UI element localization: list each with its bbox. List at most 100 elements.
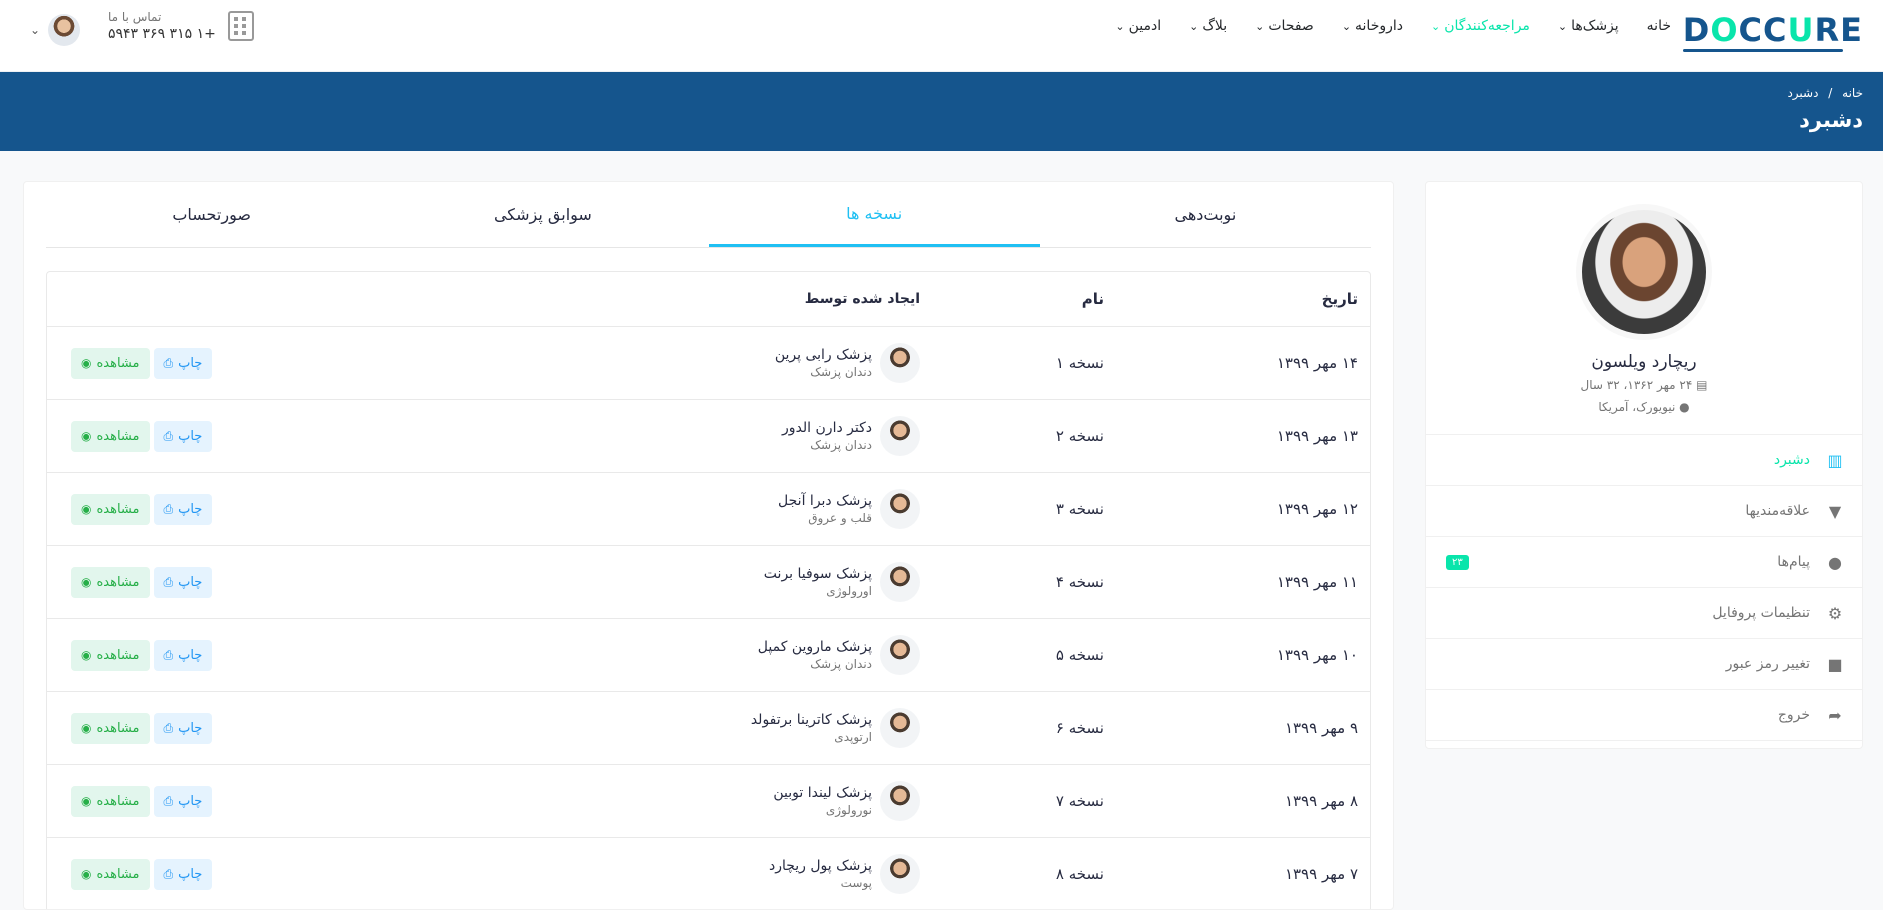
table-header: تاریخ نام ایجاد شده توسط xyxy=(47,272,1370,327)
nav-item-5[interactable]: بلاگ ⌄ xyxy=(1189,18,1227,34)
doccure-logo[interactable]: DOCCURE xyxy=(1682,8,1863,52)
print-button[interactable]: ⎙ چاپ xyxy=(153,566,213,598)
view-button[interactable]: ◉ مشاهده xyxy=(71,712,150,744)
chevron-down-icon: ⌄ xyxy=(1115,19,1125,33)
column-name[interactable]: نام xyxy=(932,290,1116,308)
print-button[interactable]: ⎙ چاپ xyxy=(153,420,213,452)
doctor-avatar[interactable] xyxy=(880,635,920,675)
doctor-avatar[interactable] xyxy=(880,854,920,894)
nav-item-0[interactable]: خانه xyxy=(1647,18,1671,34)
eye-icon: ◉ xyxy=(81,867,92,881)
table-row: ۱۳ مهر ۱۳۹۹ نسخه ۲ دکتر دارن الدور دندان پز… xyxy=(47,400,1370,473)
profile-name: ریچارد ویلسون xyxy=(1591,352,1697,372)
nav-item-4[interactable]: صفحات ⌄ xyxy=(1255,18,1314,34)
doctor-avatar[interactable] xyxy=(880,489,920,529)
doctor-name[interactable]: پزشک پول ریچارد xyxy=(769,858,872,874)
doctor-name[interactable]: پزشک دبرا آنجل xyxy=(778,493,872,509)
sign-out-icon: ➦ xyxy=(1828,705,1842,725)
view-button-label: مشاهده xyxy=(96,866,140,882)
doctor-name[interactable]: پزشک کاترینا برتفولد xyxy=(751,712,872,728)
top-header: DOCCURE خانه پزشک‌ها ⌄ مراجعه‌کنندگان ⌄ داروخ… xyxy=(0,0,1883,72)
doctor-avatar[interactable] xyxy=(880,781,920,821)
view-button-label: مشاهده xyxy=(96,355,140,371)
doctor-avatar[interactable] xyxy=(880,562,920,602)
profile-menu-item-3[interactable]: ⚙ تنظیمات پروفایل xyxy=(1426,588,1862,639)
print-icon: ⎙ xyxy=(163,793,174,808)
view-button[interactable]: ◉ مشاهده xyxy=(71,420,150,452)
doctor-specialty: دندان پزشک xyxy=(810,438,872,452)
doctor-avatar[interactable] xyxy=(880,416,920,456)
main-nav: خانه پزشک‌ها ⌄ مراجعه‌کنندگان ⌄ داروخانه ⌄ صفحا… xyxy=(1115,18,1671,34)
view-button-label: مشاهده xyxy=(96,647,140,663)
view-button[interactable]: ◉ مشاهده xyxy=(71,347,150,379)
print-button-label: چاپ xyxy=(178,720,203,736)
cell-actions: ◉ مشاهده ⎙ چاپ xyxy=(47,858,347,890)
cell-actions: ◉ مشاهده ⎙ چاپ xyxy=(47,639,347,671)
print-icon: ⎙ xyxy=(163,574,174,589)
nav-item-1[interactable]: پزشک‌ها ⌄ xyxy=(1558,18,1619,34)
nav-item-2[interactable]: مراجعه‌کنندگان ⌄ xyxy=(1431,18,1530,34)
doctor-name[interactable]: دکتر دارن الدور xyxy=(782,420,872,436)
print-button[interactable]: ⎙ چاپ xyxy=(153,347,213,379)
print-button[interactable]: ⎙ چاپ xyxy=(153,639,213,671)
page-title: دشبرد xyxy=(1799,108,1863,132)
view-button[interactable]: ◉ مشاهده xyxy=(71,493,150,525)
profile-location-text: نیویورک، آمریکا xyxy=(1598,400,1676,414)
tab-2[interactable]: سوابق پزشکی xyxy=(377,182,708,247)
tab-1[interactable]: نسخه ها xyxy=(708,182,1040,247)
cell-name: نسخه ۷ xyxy=(1055,792,1104,810)
profile-menu-item-0[interactable]: ▥ دشبرد xyxy=(1426,435,1862,486)
profile-menu-item-1[interactable]: ▼ علاقه‌مندیها xyxy=(1426,486,1862,537)
view-button-label: مشاهده xyxy=(96,793,140,809)
nav-item-label: ادمین xyxy=(1128,18,1162,34)
table-row: ۷ مهر ۱۳۹۹ نسخه ۸ پزشک پول ریچارد پوست ◉ مشاه… xyxy=(47,838,1370,909)
doctor-avatar[interactable] xyxy=(880,343,920,383)
print-icon: ⎙ xyxy=(163,501,174,516)
print-button-label: چاپ xyxy=(178,647,203,663)
hospital-icon xyxy=(227,11,254,41)
user-avatar[interactable] xyxy=(48,14,81,46)
print-button[interactable]: ⎙ چاپ xyxy=(153,712,213,744)
tab-0[interactable]: نوبت‌دهی xyxy=(1040,182,1371,247)
print-button[interactable]: ⎙ چاپ xyxy=(153,785,213,817)
print-button-label: چاپ xyxy=(178,501,203,517)
profile-menu-item-4[interactable]: ■ تغییر رمز عبور xyxy=(1426,639,1862,690)
nav-item-label: مراجعه‌کنندگان xyxy=(1444,18,1530,34)
nav-item-6[interactable]: ادمین ⌄ xyxy=(1115,18,1161,34)
chevron-down-icon: ⌄ xyxy=(1431,19,1441,33)
doctor-name[interactable]: پزشک ماروین کمپل xyxy=(758,639,872,655)
print-button[interactable]: ⎙ چاپ xyxy=(153,858,213,890)
cell-date: ۱۲ مهر ۱۳۹۹ xyxy=(1276,500,1358,518)
profile-menu-item-5[interactable]: ➦ خروج xyxy=(1426,690,1862,741)
cell-doctor: پزشک ماروین کمپل دندان پزشک xyxy=(347,635,932,675)
table-row: ۱۴ مهر ۱۳۹۹ نسخه ۱ پزشک رابی پرین دندان پزش… xyxy=(47,327,1370,400)
doctor-name[interactable]: پزشک رابی پرین xyxy=(775,347,872,363)
view-button[interactable]: ◉ مشاهده xyxy=(71,858,150,890)
column-date[interactable]: تاریخ xyxy=(1116,290,1370,308)
doctor-specialty: پوست xyxy=(840,876,872,890)
nav-item-3[interactable]: داروخانه ⌄ xyxy=(1342,18,1403,34)
view-button[interactable]: ◉ مشاهده xyxy=(71,566,150,598)
doctor-name[interactable]: پزشک سوفیا برنت xyxy=(764,566,872,582)
print-button-label: چاپ xyxy=(178,574,203,590)
print-icon: ⎙ xyxy=(163,355,174,370)
print-button-label: چاپ xyxy=(178,793,203,809)
print-button[interactable]: ⎙ چاپ xyxy=(153,493,213,525)
contact-info: تماس با ما +۱ ۳۱۵ ۳۶۹ ۵۹۴۳ xyxy=(108,10,254,42)
table-body: ۱۴ مهر ۱۳۹۹ نسخه ۱ پزشک رابی پرین دندان پزش… xyxy=(47,327,1370,909)
profile-location: ● نیویورک، آمریکا xyxy=(1426,400,1862,414)
print-button-label: چاپ xyxy=(178,866,203,882)
profile-menu-item-2[interactable]: ● پیام‌ها ۲۳ xyxy=(1426,537,1862,588)
contact-phone: +۱ ۳۱۵ ۳۶۹ ۵۹۴۳ xyxy=(108,26,216,42)
cell-name: نسخه ۴ xyxy=(1055,573,1104,591)
view-button[interactable]: ◉ مشاهده xyxy=(71,639,150,671)
user-menu[interactable]: ⌄ xyxy=(30,14,81,46)
view-button[interactable]: ◉ مشاهده xyxy=(71,785,150,817)
doctor-name[interactable]: پزشک لیندا توبین xyxy=(773,785,872,801)
column-created-by[interactable]: ایجاد شده توسط xyxy=(347,291,932,307)
tab-3[interactable]: صورتحساب xyxy=(46,182,377,247)
breadcrumb-home[interactable]: خانه xyxy=(1842,86,1863,100)
cell-date: ۷ مهر ۱۳۹۹ xyxy=(1284,865,1358,883)
profile-menu-label: تغییر رمز عبور xyxy=(1725,656,1810,672)
doctor-avatar[interactable] xyxy=(880,708,920,748)
